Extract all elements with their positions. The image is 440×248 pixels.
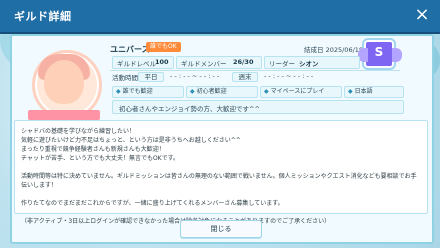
greeting-text: 初心者さんやエンジョイ勢の方、大歓迎です^^ [119,105,260,113]
guild-rank-badge: S [358,40,402,68]
tag-label: マイペースにプレイ [270,88,325,95]
divider [110,70,400,71]
guild-name: ユニバース [110,45,150,54]
guild-level-label: ギルドレベル [117,60,156,68]
close-button[interactable]: 閉じる [180,220,262,238]
weekday-time: - - : - - ~ - - : - - [170,72,220,80]
guild-members-label: ギルドメンバー [181,60,227,68]
beginner-icon: ◆ [190,88,195,95]
guild-emblem [22,44,106,124]
tag-anyone-welcome: ◆ 誰でも歓迎 [112,86,184,98]
rank-wing-right [392,48,402,62]
pace-icon: ◆ [264,88,269,95]
tag-beginner-welcome: ◆ 初心者歓迎 [186,86,258,98]
title-bar: ギルド詳細 × [0,0,440,34]
emblem-ribbon [28,110,100,120]
close-icon[interactable]: × [412,6,432,26]
tag-label: 日本語 [354,88,373,95]
guild-leader: リーダー シオン [264,56,360,69]
guild-leader-value: シオン [299,60,319,68]
tag-label: 誰でも歓迎 [122,88,153,95]
emblem-face [44,60,84,104]
close-button-label: 閉じる [210,225,232,233]
language-icon: ◆ [348,88,353,95]
weekday-label: 平日 [138,72,164,82]
tag-label: 初心者歓迎 [196,88,227,95]
weekend-label: 週末 [232,72,258,82]
user-icon: ◆ [116,88,121,95]
rank-letter: S [374,45,384,59]
tag-language: ◆ 日本語 [344,86,404,98]
tag-my-pace: ◆ マイペースにプレイ [260,86,342,98]
weekend-time: - - : - - ~ - - : - - [264,72,314,80]
guild-members-value: 26/30 [233,58,254,66]
guild-description-box: シャドバの基礎を学びながら練習したい！ 気軽に遊びたいけど力不足はちょっと、とい… [14,120,428,225]
founded-date: 結成日 2025/06/18 [304,44,363,54]
recruit-status-badge: 誰でもOK [146,42,181,52]
activity-time-label: 活動時間 [112,74,138,82]
founded-label: 結成日 [304,46,324,54]
window-title: ギルド詳細 [14,10,72,23]
guild-description: シャドバの基礎を学びながら練習したい！ 気軽に遊びたいけど力不足はちょっと、とい… [21,128,417,225]
guild-members: ギルドメンバー 26/30 [176,56,262,69]
guild-level-value: 100 [155,58,169,66]
guild-level: ギルドレベル 100 [112,56,174,69]
greeting-box: 初心者さんやエンジョイ勢の方、大歓迎です^^ [112,100,404,114]
guild-leader-label: リーダー [269,60,295,68]
